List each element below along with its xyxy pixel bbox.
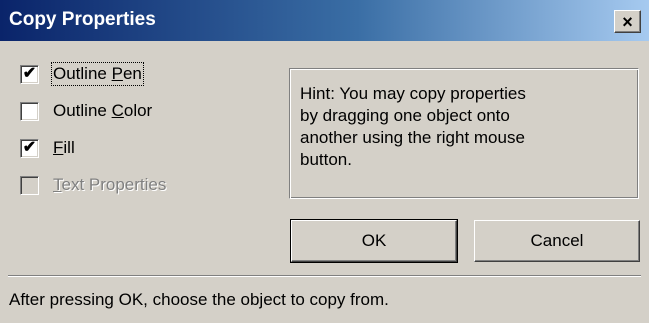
window-title: Copy Properties <box>9 9 156 30</box>
title-bar[interactable]: Copy Properties × <box>0 0 649 41</box>
status-text: After pressing OK, choose the object to … <box>9 290 389 309</box>
check-icon: ✔ <box>22 139 37 156</box>
hint-line: another using the right mouse <box>300 128 525 147</box>
text-properties-label: Text Properties <box>53 175 167 194</box>
text-properties-checkbox: Text Properties <box>20 173 166 197</box>
separator <box>8 275 641 277</box>
check-icon: ✔ <box>22 65 37 82</box>
close-icon: × <box>622 11 633 32</box>
hint-line: Hint: You may copy properties <box>300 84 526 103</box>
outline-color-checkbox[interactable]: Outline Color <box>20 99 152 123</box>
checkbox-box[interactable]: ✔ <box>20 138 39 158</box>
checkbox-box[interactable]: ✔ <box>20 64 39 84</box>
checkbox-box[interactable] <box>20 101 39 121</box>
hint-panel: Hint: You may copy properties by draggin… <box>289 68 639 199</box>
fill-checkbox[interactable]: ✔ Fill <box>20 136 75 160</box>
fill-label: Fill <box>53 138 75 157</box>
outline-pen-label: Outline Pen <box>51 62 144 86</box>
ok-button[interactable]: OK <box>290 219 458 263</box>
close-button[interactable]: × <box>614 10 641 33</box>
hint-line: by dragging one object onto <box>300 106 510 125</box>
cancel-button[interactable]: Cancel <box>474 220 640 262</box>
hint-line: button. <box>300 150 352 169</box>
outline-color-label: Outline Color <box>53 101 153 120</box>
outline-pen-checkbox[interactable]: ✔ Outline Pen <box>20 62 144 86</box>
checkbox-box <box>20 175 39 195</box>
